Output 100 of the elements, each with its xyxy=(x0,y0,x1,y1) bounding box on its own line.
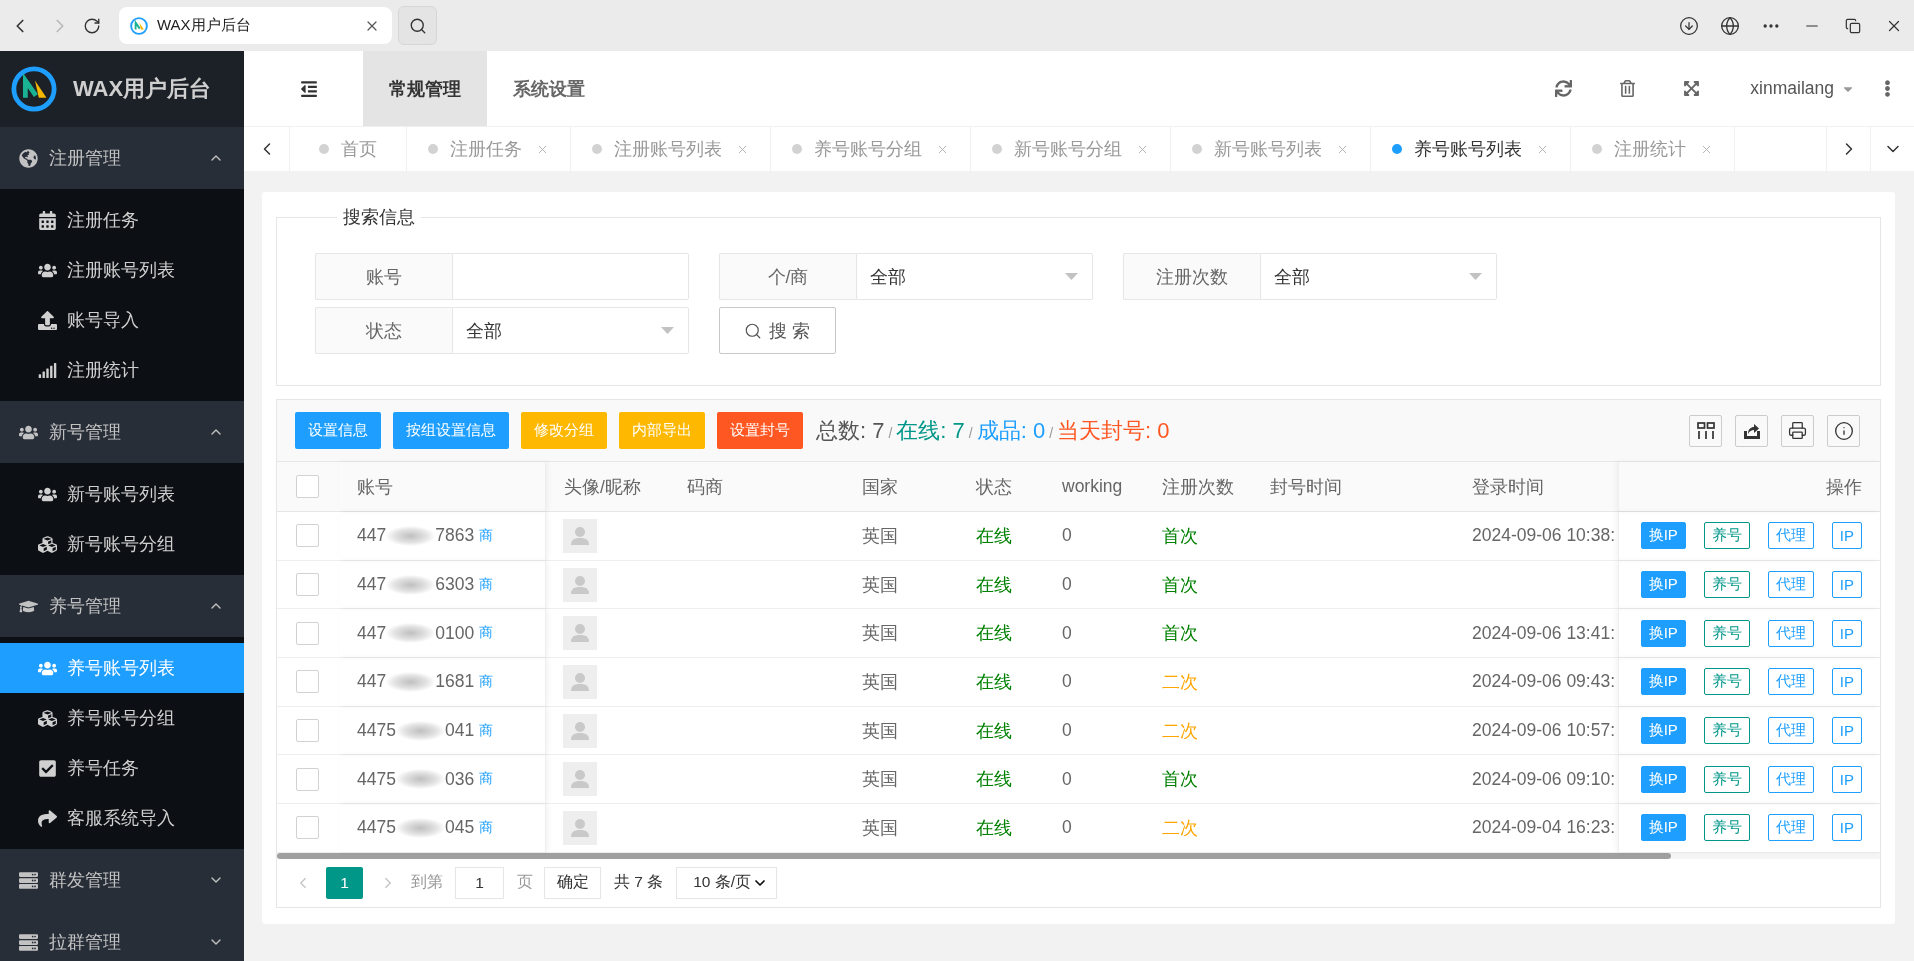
action-button[interactable]: 养号 xyxy=(1703,571,1750,599)
sidebar-group-header[interactable]: 注册管理 xyxy=(0,127,244,189)
user-menu[interactable]: xinmailang xyxy=(1750,78,1855,99)
action-button[interactable]: 换IP xyxy=(1640,814,1686,842)
select-field[interactable]: 全部 xyxy=(452,307,689,354)
scrollbar-thumb[interactable] xyxy=(277,852,1671,859)
sidebar-item[interactable]: 新号账号分组 xyxy=(0,519,244,569)
sidebar-item[interactable]: 养号任务 xyxy=(0,743,244,793)
checkbox[interactable] xyxy=(296,670,319,694)
sidebar-item[interactable]: 注册统计 xyxy=(0,345,244,395)
sidebar-item[interactable]: 注册账号列表 xyxy=(0,245,244,295)
select-field[interactable]: 全部 xyxy=(856,253,1093,300)
action-button[interactable]: 代理 xyxy=(1767,717,1814,745)
action-button[interactable]: 养号 xyxy=(1703,668,1750,696)
dot-icon xyxy=(592,144,602,154)
action-button[interactable]: 代理 xyxy=(1767,814,1814,842)
expand-arrows-icon[interactable] xyxy=(1682,80,1700,97)
table-cell-text: 2024-09-06 10:57: xyxy=(1471,719,1617,743)
stat-text: 当天封号: 0 xyxy=(1057,416,1170,445)
restore-icon[interactable] xyxy=(1844,17,1861,34)
checkbox[interactable] xyxy=(296,573,319,597)
checkbox[interactable] xyxy=(296,524,319,548)
info-button[interactable] xyxy=(1827,414,1860,447)
table-cell-text: 英国 xyxy=(861,768,899,792)
account-number-fragment: 4475 xyxy=(357,768,396,790)
action-button[interactable]: 代理 xyxy=(1767,668,1814,696)
checkbox[interactable] xyxy=(296,767,319,791)
download-icon[interactable] xyxy=(1678,15,1699,36)
search-button[interactable]: 搜 索 xyxy=(719,307,836,354)
action-button[interactable]: 换IP xyxy=(1640,717,1686,745)
page-input[interactable]: 1 xyxy=(455,866,504,899)
checkbox[interactable] xyxy=(296,719,319,743)
globe-icon xyxy=(19,148,38,168)
action-button[interactable]: 养号 xyxy=(1703,717,1750,745)
toolbar-button[interactable]: 按组设置信息 xyxy=(393,412,509,449)
nav-tab[interactable]: 常规管理 xyxy=(363,51,487,126)
action-button[interactable]: 代理 xyxy=(1767,765,1814,793)
action-button[interactable]: 换IP xyxy=(1640,571,1686,599)
search-icon xyxy=(408,16,427,35)
columns-button[interactable] xyxy=(1689,414,1722,447)
stat-text: 在线: 7 xyxy=(896,416,965,445)
action-button[interactable]: 养号 xyxy=(1703,765,1750,793)
action-button[interactable]: IP xyxy=(1831,765,1862,793)
action-button[interactable]: 养号 xyxy=(1703,619,1750,647)
trash-icon[interactable] xyxy=(1618,80,1636,97)
sidebar-item[interactable]: 养号账号分组 xyxy=(0,693,244,743)
table-cell-text: 首次 xyxy=(1161,524,1199,548)
dropdown-arrow-icon xyxy=(1065,273,1078,280)
sidebar-group-header[interactable]: 新号管理 xyxy=(0,401,244,463)
signal-bars-icon xyxy=(38,360,57,380)
sidebar-item[interactable]: 账号导入 xyxy=(0,295,244,345)
sidebar-item[interactable]: 新号账号列表 xyxy=(0,469,244,519)
action-button[interactable]: 养号 xyxy=(1703,522,1750,550)
confirm-button[interactable]: 确定 xyxy=(544,866,601,899)
action-button[interactable]: 代理 xyxy=(1767,522,1814,550)
action-button[interactable]: IP xyxy=(1831,668,1862,696)
outdent-icon[interactable] xyxy=(300,79,318,98)
action-button[interactable]: IP xyxy=(1831,717,1862,745)
share-arrow-icon xyxy=(38,808,57,828)
action-button[interactable]: 换IP xyxy=(1640,668,1686,696)
action-button[interactable]: IP xyxy=(1831,571,1862,599)
action-button[interactable]: IP xyxy=(1831,522,1862,550)
sidebar-group-header[interactable]: 拉群管理 xyxy=(0,911,244,961)
column-header: 国家 xyxy=(861,475,899,499)
page-size-select[interactable]: 10 条/页 xyxy=(676,866,778,899)
globe-icon[interactable] xyxy=(1719,15,1740,36)
sidebar-item[interactable]: 养号账号列表 xyxy=(0,643,244,693)
reload-icon[interactable] xyxy=(83,16,101,35)
nav-tab[interactable]: 系统设置 xyxy=(487,51,611,126)
table-cell-text: 二次 xyxy=(1161,719,1199,743)
account-number-fragment: 041 xyxy=(444,720,475,742)
sidebar-group-header[interactable]: 群发管理 xyxy=(0,849,244,911)
action-button[interactable]: 换IP xyxy=(1640,619,1686,647)
account-type-tag: 商 xyxy=(479,818,494,837)
action-button[interactable]: 养号 xyxy=(1703,814,1750,842)
print-button[interactable] xyxy=(1781,414,1814,447)
upload-icon xyxy=(38,310,57,330)
toolbar-button[interactable]: 设置信息 xyxy=(295,412,381,449)
search-button[interactable] xyxy=(398,6,437,45)
browser-tab[interactable]: WAX用户后台 xyxy=(119,7,392,44)
checkbox[interactable] xyxy=(296,816,319,840)
page-number-button[interactable]: 1 xyxy=(326,866,363,899)
select-field[interactable]: 全部 xyxy=(1260,253,1497,300)
refresh-icon[interactable] xyxy=(1554,80,1572,97)
sidebar-group-header[interactable]: 养号管理 xyxy=(0,575,244,637)
export-button[interactable] xyxy=(1735,414,1768,447)
action-button[interactable]: IP xyxy=(1831,814,1862,842)
sidebar-item[interactable]: 注册任务 xyxy=(0,195,244,245)
input-field[interactable] xyxy=(452,253,689,300)
checkbox[interactable] xyxy=(296,621,319,645)
checkbox[interactable] xyxy=(296,475,319,498)
action-button[interactable]: 换IP xyxy=(1640,765,1686,793)
toolbar-button[interactable]: 设置封号 xyxy=(717,412,803,449)
action-button[interactable]: 换IP xyxy=(1640,522,1686,550)
action-button[interactable]: 代理 xyxy=(1767,571,1814,599)
action-button[interactable]: 代理 xyxy=(1767,619,1814,647)
sidebar-item[interactable]: 客服系统导入 xyxy=(0,793,244,843)
action-button[interactable]: IP xyxy=(1831,619,1862,647)
account-type-tag: 商 xyxy=(479,721,494,740)
dot-icon xyxy=(792,144,802,154)
